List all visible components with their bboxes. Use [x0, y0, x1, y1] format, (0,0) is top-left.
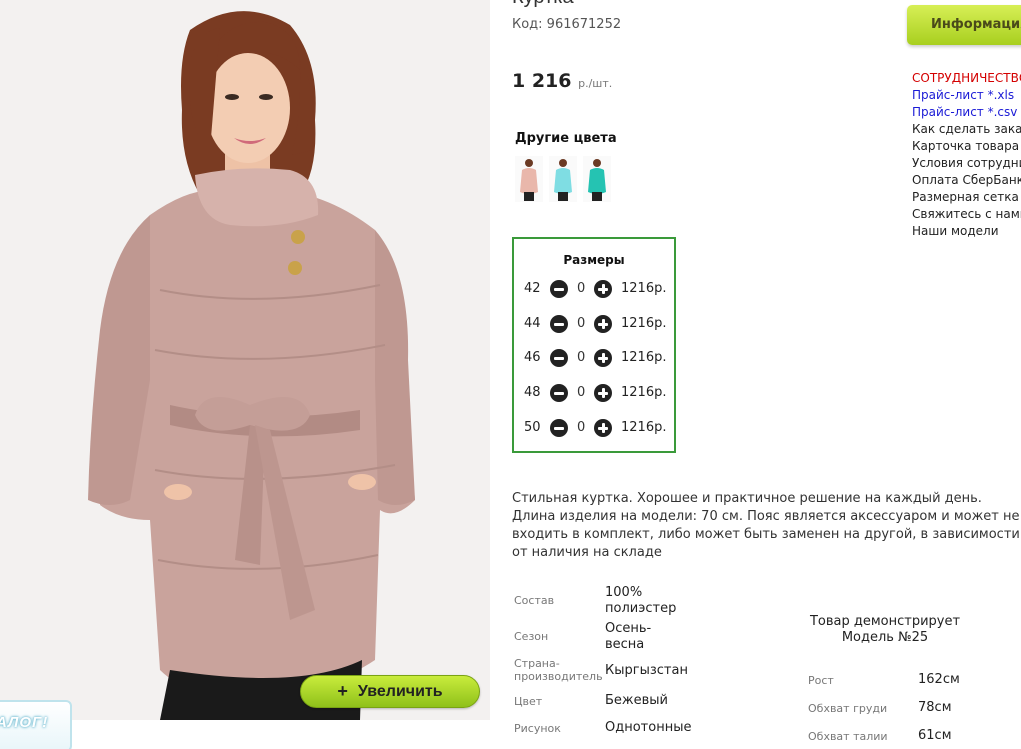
- link-size-chart[interactable]: Размерная сетка: [912, 189, 1021, 206]
- product-code: Код: 961671252: [512, 17, 622, 32]
- model-title: Товар демонстрирует Модель №25: [809, 614, 961, 645]
- spec-label: Цвет: [514, 695, 543, 708]
- color-thumbnail-image: [588, 159, 606, 201]
- model-label: Обхват груди: [808, 702, 888, 715]
- other-colors-list: [515, 156, 611, 202]
- quantity-value: 0: [577, 420, 586, 435]
- color-thumbnail[interactable]: [515, 156, 543, 202]
- link-cooperation[interactable]: СОТРУДНИЧЕСТВО: [912, 70, 1021, 87]
- zoom-button-label: Увеличить: [357, 682, 443, 700]
- minus-icon[interactable]: [550, 315, 568, 333]
- price-value: 1 216: [512, 70, 572, 92]
- plus-icon[interactable]: [594, 419, 612, 437]
- minus-icon[interactable]: [550, 349, 568, 367]
- spec-value: Кыргызстан: [605, 663, 688, 678]
- size-row: 50 0 1216р.: [514, 418, 674, 438]
- size-value: 42: [524, 281, 541, 296]
- size-price: 1216р.: [621, 281, 667, 296]
- size-price: 1216р.: [621, 350, 667, 365]
- minus-icon[interactable]: [550, 384, 568, 402]
- minus-icon[interactable]: [550, 280, 568, 298]
- product-title: Куртка: [512, 0, 574, 9]
- other-colors-title: Другие цвета: [515, 131, 617, 146]
- link-product-card[interactable]: Карточка товара: [912, 138, 1021, 155]
- minus-icon[interactable]: [550, 419, 568, 437]
- zoom-button[interactable]: + Увеличить: [300, 675, 480, 708]
- quantity-value: 0: [577, 385, 586, 400]
- link-price-xls[interactable]: Прайс-лист *.xls: [912, 87, 1021, 104]
- model-label: Рост: [808, 674, 834, 687]
- spec-value: Осень-весна: [605, 621, 652, 652]
- model-value: 162см: [918, 672, 960, 687]
- spec-label: Страна-производитель: [514, 657, 603, 683]
- size-value: 44: [524, 316, 541, 331]
- link-contact[interactable]: Свяжитесь с нами: [912, 206, 1021, 223]
- spec-value: Бежевый: [605, 693, 669, 708]
- size-price: 1216р.: [621, 316, 667, 331]
- color-thumbnail[interactable]: [583, 156, 611, 202]
- right-links: СОТРУДНИЧЕСТВО Прайс-лист *.xls Прайс-ли…: [912, 70, 1021, 240]
- model-value: 78см: [918, 700, 952, 715]
- size-price: 1216р.: [621, 420, 667, 435]
- link-how-to-order[interactable]: Как сделать заказ: [912, 121, 1021, 138]
- color-thumbnail-image: [554, 159, 572, 201]
- model-label: Обхват талии: [808, 730, 888, 743]
- plus-icon[interactable]: [594, 280, 612, 298]
- size-value: 50: [524, 420, 541, 435]
- color-thumbnail[interactable]: [549, 156, 577, 202]
- model-value: 61см: [918, 728, 952, 743]
- link-price-csv[interactable]: Прайс-лист *.csv: [912, 104, 1021, 121]
- sizes-panel: Размеры 42 0 1216р. 44 0 1216р. 46 0 121…: [512, 237, 676, 453]
- sizes-title: Размеры: [563, 253, 625, 267]
- catalog-tab-label: АЛОГ!: [0, 714, 49, 731]
- product-description: Стильная куртка. Хорошее и практичное ре…: [512, 491, 1020, 560]
- size-row: 48 0 1216р.: [514, 383, 674, 403]
- plus-icon[interactable]: [594, 349, 612, 367]
- catalog-tab[interactable]: АЛОГ!: [0, 700, 72, 749]
- plus-icon[interactable]: [594, 315, 612, 333]
- link-terms[interactable]: Условия сотрудничества: [912, 155, 1021, 172]
- link-our-models[interactable]: Наши модели: [912, 223, 1021, 240]
- color-thumbnail-image: [520, 159, 538, 201]
- info-tab-label: Информация: [931, 17, 1021, 32]
- model-image: [0, 0, 490, 720]
- quantity-value: 0: [577, 281, 586, 296]
- plus-icon[interactable]: [594, 384, 612, 402]
- size-row: 42 0 1216р.: [514, 279, 674, 299]
- spec-value: Однотонные: [605, 720, 692, 735]
- link-sberbank[interactable]: Оплата СберБанк: [912, 172, 1021, 189]
- size-row: 46 0 1216р.: [514, 348, 674, 368]
- product-photo[interactable]: + Увеличить: [0, 0, 490, 720]
- quantity-value: 0: [577, 316, 586, 331]
- info-tab[interactable]: Информация: [907, 5, 1021, 45]
- size-price: 1216р.: [621, 385, 667, 400]
- price-unit: р./шт.: [578, 77, 613, 90]
- plus-icon: +: [337, 681, 348, 701]
- spec-label: Состав: [514, 594, 555, 607]
- product-price: 1 216 р./шт.: [512, 70, 612, 92]
- spec-value: 100% полиэстер: [605, 585, 677, 616]
- size-value: 48: [524, 385, 541, 400]
- spec-label: Сезон: [514, 630, 549, 643]
- spec-label: Рисунок: [514, 722, 561, 735]
- size-value: 46: [524, 350, 541, 365]
- size-row: 44 0 1216р.: [514, 314, 674, 334]
- quantity-value: 0: [577, 350, 586, 365]
